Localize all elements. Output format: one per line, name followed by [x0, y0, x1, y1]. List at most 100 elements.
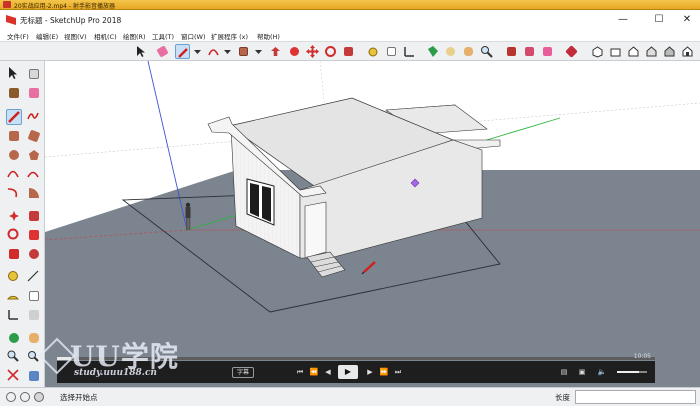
push-pull-tool-icon[interactable] — [26, 208, 42, 224]
paint-bucket-icon[interactable] — [425, 44, 440, 59]
zoom-tool-icon[interactable] — [6, 349, 22, 365]
subtitle-button[interactable]: 字幕 — [232, 367, 254, 378]
text-tool-icon[interactable] — [26, 288, 42, 304]
volume-icon[interactable]: 🔈 — [597, 366, 607, 378]
back-view-icon[interactable] — [662, 44, 677, 59]
layout-icon[interactable] — [540, 44, 555, 59]
right-view-icon[interactable] — [644, 44, 659, 59]
line-tool-icon[interactable] — [6, 109, 22, 125]
skip-back-icon[interactable]: ⏮ — [295, 366, 305, 378]
freehand-tool-icon[interactable] — [26, 109, 42, 125]
iso-view-icon[interactable] — [590, 44, 605, 59]
top-view-icon[interactable] — [608, 44, 623, 59]
two-point-arc-tool-icon[interactable] — [26, 166, 42, 182]
menu-camera[interactable]: 相机(C) — [94, 31, 117, 41]
arc-icon[interactable] — [206, 44, 221, 59]
skip-forward-icon[interactable]: ⏭ — [393, 366, 403, 378]
menu-tools[interactable]: 工具(T) — [152, 31, 174, 41]
scale-tool-icon[interactable] — [6, 246, 22, 262]
select-tool-icon[interactable] — [6, 66, 22, 82]
menu-draw[interactable]: 绘图(R) — [123, 31, 146, 41]
watermark-url: study.uuu188.cn — [74, 368, 157, 378]
arc-tool-icon[interactable] — [6, 166, 22, 182]
zoom-extents-tool-icon[interactable] — [6, 368, 22, 384]
extension-manager-icon[interactable] — [564, 44, 579, 59]
window-pane-right — [262, 186, 271, 222]
menu-window[interactable]: 窗口(W) — [181, 31, 206, 41]
zoom-icon[interactable] — [479, 44, 494, 59]
pencil-icon[interactable] — [175, 44, 190, 59]
axes-tool-icon[interactable] — [6, 307, 22, 323]
settings-icon[interactable]: ▣ — [577, 366, 587, 378]
follow-me-tool-icon[interactable] — [26, 227, 42, 243]
offset-tool-icon[interactable] — [26, 246, 42, 262]
tape-measure-icon[interactable] — [366, 44, 381, 59]
main-toolbar — [0, 41, 700, 61]
pan-icon[interactable] — [461, 44, 476, 59]
menu-edit[interactable]: 编辑(E) — [36, 31, 58, 41]
app-title: 无标题 - SketchUp Pro 2018 — [20, 16, 122, 25]
arc-dropdown-icon[interactable] — [220, 44, 235, 59]
text-icon[interactable] — [384, 44, 399, 59]
move-tool-icon[interactable] — [6, 208, 22, 224]
rotate-tool-icon[interactable] — [6, 227, 22, 243]
pencil-dropdown-icon[interactable] — [190, 44, 205, 59]
push-pull-icon[interactable] — [268, 44, 283, 59]
watermark: UU学院 study.uuu188.cn — [38, 335, 220, 385]
menu-help[interactable]: 帮助(H) — [257, 31, 280, 41]
measurements-box[interactable] — [575, 390, 696, 404]
step-forward-icon[interactable]: ▶ — [365, 366, 375, 378]
vcb-label: 长度 — [555, 393, 570, 402]
eraser-tool-icon[interactable] — [26, 85, 42, 101]
move-icon[interactable] — [305, 44, 320, 59]
minimize-button[interactable]: — — [612, 13, 634, 27]
status-bar: 选择开始点 长度 — [0, 387, 700, 406]
rectangle-tool-icon[interactable] — [6, 128, 22, 144]
component-tool-icon[interactable] — [26, 66, 42, 82]
credits-icon[interactable] — [20, 392, 30, 402]
geo-location-icon[interactable] — [6, 392, 16, 402]
menu-bar: 文件(F) 编辑(E) 视图(V) 相机(C) 绘图(R) 工具(T) 窗口(W… — [0, 30, 700, 41]
rotate-icon[interactable] — [323, 44, 338, 59]
orbit-tool-icon[interactable] — [6, 330, 22, 346]
polygon-tool-icon[interactable] — [26, 147, 42, 163]
protractor-tool-icon[interactable] — [6, 288, 22, 304]
step-back-icon[interactable]: ◀ — [323, 366, 333, 378]
menu-file[interactable]: 文件(F) — [7, 31, 29, 41]
left-view-icon[interactable] — [680, 44, 695, 59]
fast-forward-icon[interactable]: ⏩ — [379, 366, 389, 378]
eraser-icon[interactable] — [155, 44, 170, 59]
warehouse-icon[interactable] — [504, 44, 519, 59]
play-button[interactable]: ▶ — [338, 365, 358, 379]
paint-tool-icon[interactable] — [6, 85, 22, 101]
axes-icon[interactable] — [402, 44, 417, 59]
maximize-button[interactable]: ☐ — [648, 13, 670, 27]
menu-extensions[interactable]: 扩展程序 (x) — [211, 31, 248, 41]
orbit-icon[interactable] — [443, 44, 458, 59]
rectangle-icon[interactable] — [236, 44, 251, 59]
close-button[interactable]: ✕ — [676, 13, 698, 27]
select-icon[interactable] — [133, 44, 148, 59]
extension-warehouse-icon[interactable] — [522, 44, 537, 59]
pie-tool-icon[interactable] — [26, 185, 42, 201]
front-view-icon[interactable] — [626, 44, 641, 59]
app-titlebar: 无标题 - SketchUp Pro 2018 — ☐ ✕ — [0, 10, 700, 30]
dimension-tool-icon[interactable] — [26, 269, 42, 285]
follow-me-icon[interactable] — [287, 44, 302, 59]
tape-measure-tool-icon[interactable] — [6, 269, 22, 285]
shape-dropdown-icon[interactable] — [251, 44, 266, 59]
user-icon[interactable] — [34, 392, 44, 402]
offset-icon[interactable] — [341, 44, 356, 59]
video-time: 10:05 — [633, 353, 651, 360]
volume-slider[interactable] — [617, 371, 647, 373]
rewind-icon[interactable]: ⏪ — [309, 366, 319, 378]
circle-tool-icon[interactable] — [6, 147, 22, 163]
window-pane-left — [250, 183, 259, 217]
three-point-arc-tool-icon[interactable] — [6, 185, 22, 201]
status-hint: 选择开始点 — [60, 393, 98, 402]
3d-text-tool-icon[interactable] — [26, 307, 42, 323]
menu-view[interactable]: 视图(V) — [64, 31, 87, 41]
rotated-rectangle-tool-icon[interactable] — [26, 128, 42, 144]
outer-window-title: 20实战应用-2.mp4 - 射手影音播放器 — [14, 3, 115, 10]
playlist-icon[interactable]: ▤ — [559, 366, 569, 378]
